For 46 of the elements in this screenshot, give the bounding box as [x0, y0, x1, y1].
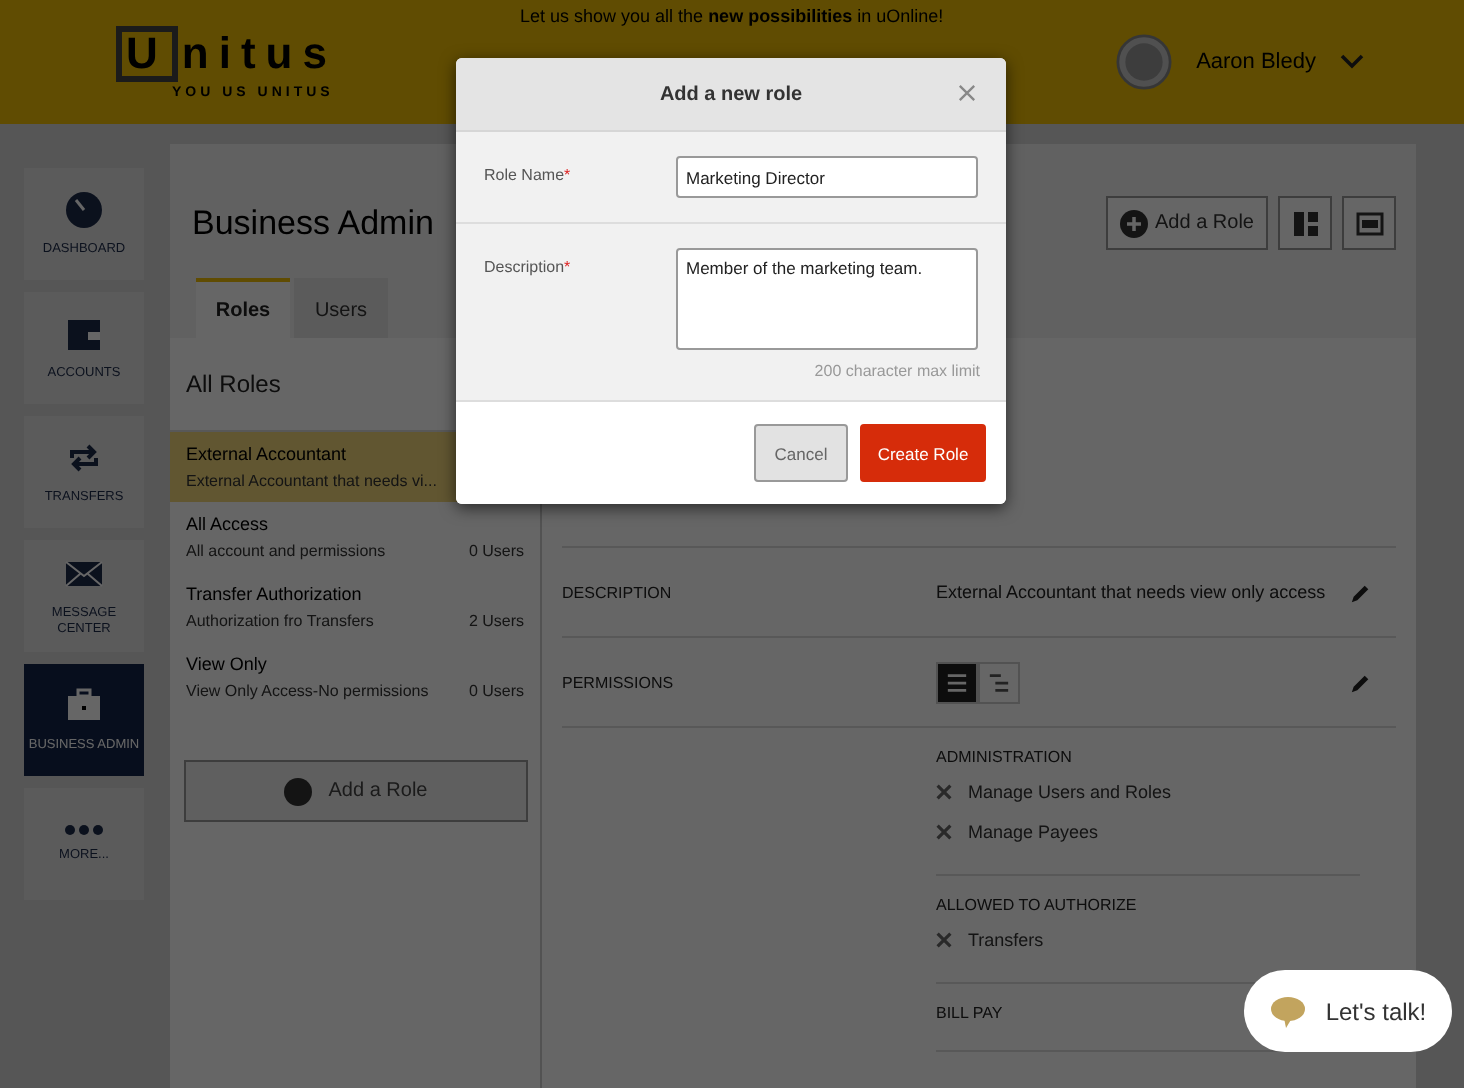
chat-button[interactable]: Let's talk! — [1244, 970, 1452, 1052]
field-label: Description* — [484, 256, 573, 280]
permission-label: Manage Users and Roles — [968, 782, 1172, 802]
cancel-button[interactable]: Cancel — [754, 424, 848, 482]
page-title: Business Admin — [192, 203, 434, 243]
dialog-title: Add a new role — [659, 83, 803, 105]
section-heading: BILL PAY — [936, 1004, 1003, 1022]
speech-bubble-icon — [1269, 995, 1306, 1027]
create-button[interactable]: Create Role — [860, 424, 986, 482]
grid-view-button[interactable] — [1278, 196, 1332, 250]
indented-list-icon — [988, 671, 1010, 693]
cross-icon — [936, 784, 952, 800]
role-name-field[interactable]: Marketing Director — [676, 156, 978, 198]
more-dots-icon — [64, 824, 104, 836]
user-name[interactable]: Aaron Bledy — [1196, 50, 1316, 74]
logo-wordmark: U nitus — [112, 24, 341, 84]
pencil-icon[interactable] — [1350, 671, 1372, 693]
window-icon — [1355, 209, 1383, 237]
chevron-down-icon[interactable] — [1340, 54, 1364, 70]
gauge-icon — [64, 190, 104, 230]
field-label: PERMISSIONS — [562, 673, 676, 691]
permission-label: Manage Payees — [968, 822, 1099, 842]
tab[interactable]: Roles — [196, 278, 290, 338]
description-value: External Accountant that needs view only access — [936, 582, 1328, 602]
briefcase-icon — [64, 686, 104, 726]
section-heading: ALLOWED TO AUTHORIZE — [936, 896, 1137, 914]
list-view-button[interactable] — [936, 661, 978, 703]
card-view-button[interactable] — [1342, 196, 1396, 250]
add-role-button[interactable]: Add a Role — [184, 760, 528, 822]
cross-icon — [936, 824, 952, 840]
cross-icon — [936, 932, 952, 948]
wallet-icon — [64, 314, 104, 354]
add-role-button[interactable]: Add a Role — [1105, 196, 1268, 250]
tab[interactable]: Users — [294, 278, 388, 338]
permission-label: Transfers — [968, 930, 1044, 950]
list-icon — [946, 671, 968, 693]
close-icon[interactable] — [958, 84, 976, 102]
description-field[interactable]: Member of the marketing team. — [676, 248, 978, 350]
field-label: DESCRIPTION — [562, 583, 674, 601]
pencil-icon[interactable] — [1350, 581, 1372, 603]
tree-view-button[interactable] — [978, 661, 1020, 703]
section-heading: ADMINISTRATION — [936, 748, 1072, 766]
character-limit-hint: 200 character max limit — [812, 362, 980, 380]
field-label: Role Name* — [484, 164, 573, 188]
promo-banner-text: Let us show you all the new possibilities in uOnline! — [520, 6, 944, 26]
layout-grid-icon — [1291, 209, 1319, 237]
